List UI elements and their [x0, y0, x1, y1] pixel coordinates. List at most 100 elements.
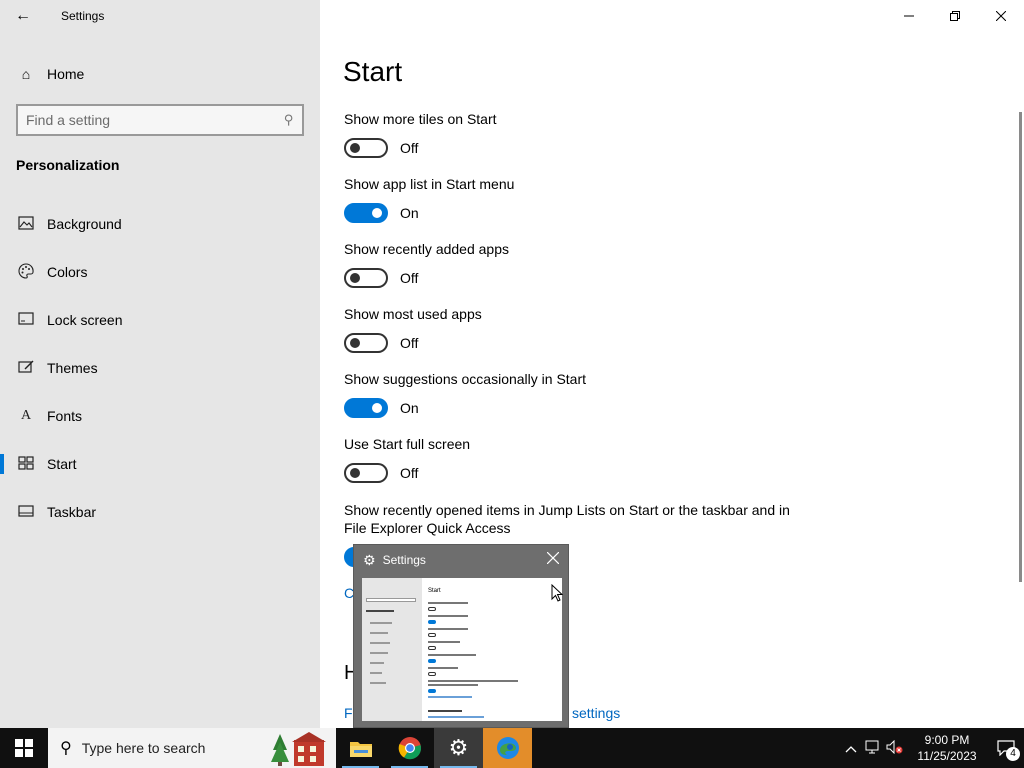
taskbar-search-box[interactable]: ⚲ [48, 728, 336, 768]
setting-suggestions: Show suggestions occasionally in Start O… [344, 370, 804, 418]
fonts-icon: A [20, 408, 32, 423]
settings-gear-icon: ⚙ [448, 735, 469, 760]
sidebar-item-lock-screen[interactable]: Lock screen [0, 296, 320, 344]
sidebar-item-start[interactable]: Start [0, 440, 320, 488]
setting-recently-added: Show recently added apps Off [344, 240, 804, 288]
toggle-state: Off [400, 465, 419, 481]
sidebar-item-label: Themes [47, 360, 98, 376]
edge-icon [496, 737, 519, 759]
help-link-end[interactable]: settings [572, 705, 620, 721]
settings-search-box[interactable]: ⚲ [16, 104, 304, 136]
sidebar-item-label: Start [47, 456, 77, 472]
setting-label: Show recently opened items in Jump Lists… [344, 502, 790, 536]
settings-search-input[interactable] [26, 112, 285, 128]
sidebar-item-background[interactable]: Background [0, 200, 320, 248]
search-icon: ⚲ [60, 740, 72, 757]
toggle-state: Off [400, 335, 419, 351]
back-arrow-icon: ← [15, 7, 31, 24]
setting-show-app-list: Show app list in Start menu On [344, 175, 804, 223]
sidebar-item-colors[interactable]: Colors [0, 248, 320, 296]
setting-label: Show more tiles on Start [344, 111, 497, 127]
home-label: Home [47, 66, 85, 82]
taskbar-file-explorer[interactable] [336, 728, 385, 768]
action-center-button[interactable]: 4 [988, 728, 1024, 768]
scrollbar[interactable] [1019, 112, 1022, 582]
toggle-switch[interactable] [344, 463, 388, 483]
windows-logo-icon [15, 739, 33, 757]
clock-date: 11/25/2023 [917, 749, 977, 763]
sidebar-nav: Background Colors Lock screen Themes A F… [0, 200, 320, 536]
home-nav-item[interactable]: ⌂ Home [0, 56, 320, 92]
chevron-up-icon[interactable] [840, 741, 862, 756]
network-icon[interactable] [862, 740, 884, 757]
start-button[interactable] [0, 728, 48, 768]
setting-full-screen: Use Start full screen Off [344, 435, 804, 483]
taskbar-settings[interactable]: ⚙ [434, 728, 483, 768]
taskbar: ⚲ ⚙ [0, 728, 1024, 768]
toggle-switch[interactable] [344, 398, 388, 418]
taskbar-thumbnail-preview[interactable]: ⚙ Settings Start [353, 544, 569, 728]
clock-time: 9:00 PM [924, 733, 970, 747]
close-icon [546, 551, 560, 565]
back-button[interactable]: ← [0, 0, 46, 32]
clock[interactable]: 9:00 PM 11/25/2023 [912, 732, 982, 764]
close-icon [995, 8, 1007, 24]
toggle-switch[interactable] [344, 203, 388, 223]
toggle-switch[interactable] [344, 333, 388, 353]
titlebar: ← Settings [0, 0, 320, 32]
themes-icon [16, 360, 36, 377]
thumbnail-title: Settings [382, 553, 426, 567]
app-title: Settings [61, 9, 105, 23]
sidebar-item-taskbar[interactable]: Taskbar [0, 488, 320, 536]
sidebar: ← Settings ⌂ Home ⚲ Personalization Back… [0, 0, 320, 728]
taskbar-search-input[interactable] [81, 740, 252, 756]
chrome-icon [398, 737, 421, 760]
toggle-state: On [400, 400, 419, 416]
taskbar-chrome[interactable] [385, 728, 434, 768]
sidebar-item-label: Lock screen [47, 312, 123, 328]
setting-most-used: Show most used apps Off [344, 305, 804, 353]
sidebar-item-fonts[interactable]: A Fonts [0, 392, 320, 440]
system-tray: 9:00 PM 11/25/2023 4 [840, 728, 1024, 768]
sidebar-item-label: Fonts [47, 408, 83, 424]
mouse-cursor-icon [551, 584, 563, 602]
taskbar-icon [16, 504, 36, 520]
thumbnail-page-title: Start [428, 588, 441, 594]
toggle-state: Off [400, 270, 419, 286]
lock-screen-icon [16, 311, 36, 329]
thumbnail-window-image: Start [362, 578, 562, 721]
palette-icon [16, 262, 36, 282]
sidebar-item-label: Background [47, 216, 122, 232]
toggle-switch[interactable] [344, 268, 388, 288]
toggle-state: On [400, 205, 419, 221]
minimize-button[interactable] [886, 0, 932, 32]
setting-label: Show recently added apps [344, 241, 509, 257]
picture-icon [16, 215, 36, 233]
volume-muted-icon[interactable] [884, 739, 906, 757]
setting-label: Show suggestions occasionally in Start [344, 371, 587, 387]
page-title: Start [343, 56, 403, 87]
window-controls [886, 0, 1024, 32]
sidebar-item-label: Taskbar [47, 504, 97, 520]
home-icon: ⌂ [21, 66, 31, 82]
start-icon [16, 455, 36, 473]
close-button[interactable] [978, 0, 1024, 32]
setting-show-more-tiles: Show more tiles on Start Off [344, 110, 804, 158]
thumbnail-close-button[interactable] [538, 551, 568, 569]
toggle-switch[interactable] [344, 138, 388, 158]
setting-label: Use Start full screen [344, 436, 471, 452]
setting-label: Show app list in Start menu [344, 176, 515, 192]
notification-badge: 4 [1006, 747, 1020, 761]
thumbnail-header: ⚙ Settings [354, 545, 568, 575]
minimize-icon [904, 8, 914, 24]
sidebar-item-label: Colors [47, 264, 88, 280]
taskbar-edge[interactable] [483, 728, 532, 768]
restore-icon [950, 8, 960, 24]
settings-gear-icon: ⚙ [363, 551, 376, 568]
search-icon[interactable]: ⚲ [284, 112, 294, 128]
sidebar-item-themes[interactable]: Themes [0, 344, 320, 392]
toggle-state: Off [400, 140, 419, 156]
restore-button[interactable] [932, 0, 978, 32]
section-title: Personalization [16, 157, 120, 173]
search-highlight-illustration-icon [271, 732, 326, 766]
